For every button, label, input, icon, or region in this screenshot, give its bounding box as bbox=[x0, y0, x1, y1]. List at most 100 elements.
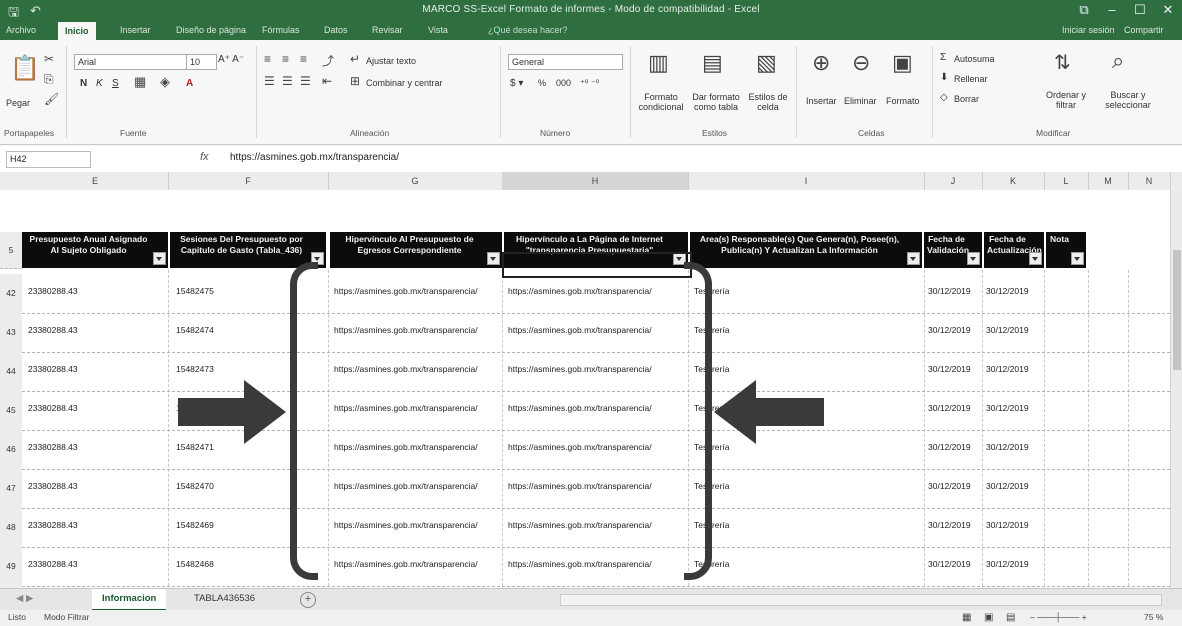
row-header[interactable]: 49 bbox=[0, 547, 22, 587]
currency-icon[interactable]: $ ▾ bbox=[510, 78, 523, 89]
sheet-tab-informacion[interactable]: Informacion bbox=[92, 589, 167, 611]
find-select-icon[interactable]: ⌕ bbox=[1112, 48, 1124, 74]
autosum-button[interactable]: Autosuma bbox=[954, 54, 995, 64]
maximize-button[interactable]: ☐ bbox=[1128, 2, 1152, 18]
worksheet[interactable]: 5 Presupuesto Anual Asignado Al Sujeto O… bbox=[0, 190, 1170, 626]
cell-sesiones[interactable]: 15482468 bbox=[176, 559, 214, 569]
column-header[interactable]: G bbox=[328, 172, 503, 190]
cell-sesiones[interactable]: 15482475 bbox=[176, 286, 214, 296]
cell-hipervinculo-presupuesto[interactable]: https://asmines.gob.mx/transparencia/ bbox=[334, 481, 478, 491]
sort-filter-icon[interactable]: ⇅ bbox=[1054, 50, 1071, 75]
paste-button[interactable]: Pegar bbox=[6, 98, 30, 108]
cell-presupuesto[interactable]: 23380288.43 bbox=[28, 364, 78, 374]
tell-me-search[interactable]: ¿Qué desea hacer? bbox=[488, 25, 568, 35]
fill-color-icon[interactable]: ◈ bbox=[160, 74, 170, 90]
row-header[interactable]: 5 bbox=[0, 232, 22, 269]
clear-button[interactable]: Borrar bbox=[954, 94, 979, 104]
row-header[interactable]: 42 bbox=[0, 274, 22, 314]
cell-fecha-actualizacion[interactable]: 30/12/2019 bbox=[986, 520, 1029, 530]
cell-fecha-actualizacion[interactable]: 30/12/2019 bbox=[986, 364, 1029, 374]
cut-icon[interactable]: ✂ bbox=[44, 52, 54, 66]
header-fecha-actualizacion[interactable]: Fecha de Actualización bbox=[984, 232, 1044, 268]
tab-inicio[interactable]: Inicio bbox=[58, 22, 96, 40]
close-button[interactable]: ✕ bbox=[1156, 2, 1180, 18]
format-as-table-button[interactable]: Dar formato como tabla bbox=[690, 92, 742, 112]
header-area-responsable[interactable]: Area(s) Responsable(s) Que Genera(n), Po… bbox=[690, 232, 922, 268]
filter-dropdown-icon[interactable] bbox=[907, 252, 920, 265]
column-header[interactable]: I bbox=[688, 172, 925, 190]
comma-icon[interactable]: 000 bbox=[556, 78, 571, 88]
column-header[interactable]: K bbox=[982, 172, 1045, 190]
sign-in-link[interactable]: Iniciar sesión bbox=[1062, 25, 1115, 35]
align-bottom-icon[interactable]: ≡ bbox=[300, 52, 307, 66]
column-header[interactable]: F bbox=[168, 172, 329, 190]
cell-fecha-validacion[interactable]: 30/12/2019 bbox=[928, 403, 971, 413]
name-box[interactable]: H42 bbox=[6, 151, 91, 168]
tab-vista[interactable]: Vista bbox=[428, 25, 448, 35]
header-nota[interactable]: Nota bbox=[1046, 232, 1086, 268]
cell-hipervinculo-pagina[interactable]: https://asmines.gob.mx/transparencia/ bbox=[508, 364, 652, 374]
sort-filter-button[interactable]: Ordenar y filtrar bbox=[1040, 90, 1092, 110]
merge-center-button[interactable]: Combinar y centrar bbox=[366, 78, 443, 88]
format-as-table-icon[interactable]: ▤ bbox=[702, 50, 723, 76]
cell-presupuesto[interactable]: 23380288.43 bbox=[28, 403, 78, 413]
cell-styles-icon[interactable]: ▧ bbox=[756, 50, 777, 76]
cell-presupuesto[interactable]: 23380288.43 bbox=[28, 559, 78, 569]
zoom-level[interactable]: 75 % bbox=[1144, 612, 1163, 622]
tab-datos[interactable]: Datos bbox=[324, 25, 348, 35]
merge-icon[interactable]: ⊞ bbox=[350, 74, 360, 88]
cell-fecha-actualizacion[interactable]: 30/12/2019 bbox=[986, 325, 1029, 335]
minimize-button[interactable]: – bbox=[1100, 2, 1124, 17]
filter-dropdown-icon[interactable] bbox=[967, 252, 980, 265]
cell-hipervinculo-pagina[interactable]: https://asmines.gob.mx/transparencia/ bbox=[508, 559, 652, 569]
tab-archivo[interactable]: Archivo bbox=[6, 25, 36, 35]
italic-button[interactable]: K bbox=[96, 78, 103, 89]
cell-hipervinculo-presupuesto[interactable]: https://asmines.gob.mx/transparencia/ bbox=[334, 520, 478, 530]
tab-insertar[interactable]: Insertar bbox=[120, 25, 151, 35]
font-size-combo[interactable]: 10 bbox=[186, 54, 217, 70]
cell-presupuesto[interactable]: 23380288.43 bbox=[28, 286, 78, 296]
normal-view-icon[interactable]: ▦ bbox=[962, 612, 971, 623]
wrap-text-button[interactable]: Ajustar texto bbox=[366, 56, 416, 66]
indent-icon[interactable]: ⇤ bbox=[322, 74, 332, 88]
cell-fecha-validacion[interactable]: 30/12/2019 bbox=[928, 442, 971, 452]
filter-dropdown-icon[interactable] bbox=[1071, 252, 1084, 265]
row-header[interactable]: 45 bbox=[0, 391, 22, 431]
row-header[interactable]: 46 bbox=[0, 430, 22, 470]
header-hipervinculo-presupuesto[interactable]: Hipervínculo Al Presupuesto de Egresos C… bbox=[330, 232, 502, 268]
font-color-icon[interactable]: A bbox=[186, 78, 193, 89]
clear-icon[interactable]: ◇ bbox=[940, 92, 948, 103]
cell-fecha-actualizacion[interactable]: 30/12/2019 bbox=[986, 481, 1029, 491]
cell-presupuesto[interactable]: 23380288.43 bbox=[28, 520, 78, 530]
delete-cells-icon[interactable]: ⊖ bbox=[852, 50, 870, 76]
filter-dropdown-icon[interactable] bbox=[153, 252, 166, 265]
cell-fecha-actualizacion[interactable]: 30/12/2019 bbox=[986, 286, 1029, 296]
zoom-slider[interactable]: – ───┼─── + bbox=[1030, 612, 1087, 622]
cell-hipervinculo-pagina[interactable]: https://asmines.gob.mx/transparencia/ bbox=[508, 481, 652, 491]
align-middle-icon[interactable]: ≡ bbox=[282, 52, 289, 66]
cell-presupuesto[interactable]: 23380288.43 bbox=[28, 481, 78, 491]
tab-revisar[interactable]: Revisar bbox=[372, 25, 403, 35]
cell-sesiones[interactable]: 15482474 bbox=[176, 325, 214, 335]
format-cells-icon[interactable]: ▣ bbox=[892, 50, 913, 76]
cell-hipervinculo-presupuesto[interactable]: https://asmines.gob.mx/transparencia/ bbox=[334, 286, 478, 296]
share-button[interactable]: Compartir bbox=[1124, 25, 1164, 35]
filter-dropdown-icon[interactable] bbox=[1029, 252, 1042, 265]
number-format-combo[interactable]: General bbox=[508, 54, 623, 70]
column-header[interactable]: L bbox=[1044, 172, 1089, 190]
percent-icon[interactable]: % bbox=[538, 78, 546, 88]
fill-button[interactable]: Rellenar bbox=[954, 74, 988, 84]
fill-icon[interactable]: ⬇ bbox=[940, 72, 948, 83]
cell-hipervinculo-presupuesto[interactable]: https://asmines.gob.mx/transparencia/ bbox=[334, 559, 478, 569]
cell-hipervinculo-pagina[interactable]: https://asmines.gob.mx/transparencia/ bbox=[508, 325, 652, 335]
function-icon[interactable]: fx bbox=[200, 151, 209, 163]
add-sheet-icon[interactable]: + bbox=[300, 592, 316, 608]
cell-hipervinculo-presupuesto[interactable]: https://asmines.gob.mx/transparencia/ bbox=[334, 325, 478, 335]
cell-hipervinculo-pagina[interactable]: https://asmines.gob.mx/transparencia/ bbox=[508, 403, 652, 413]
cell-styles-button[interactable]: Estilos de celda bbox=[746, 92, 790, 112]
cell-fecha-actualizacion[interactable]: 30/12/2019 bbox=[986, 559, 1029, 569]
header-sesiones-presupuesto[interactable]: Sesiones Del Presupuesto por Capitulo de… bbox=[170, 232, 326, 268]
conditional-format-button[interactable]: Formato condicional bbox=[636, 92, 686, 112]
align-right-icon[interactable]: ☰ bbox=[300, 74, 311, 88]
format-painter-icon[interactable]: 🖌 bbox=[44, 92, 59, 106]
